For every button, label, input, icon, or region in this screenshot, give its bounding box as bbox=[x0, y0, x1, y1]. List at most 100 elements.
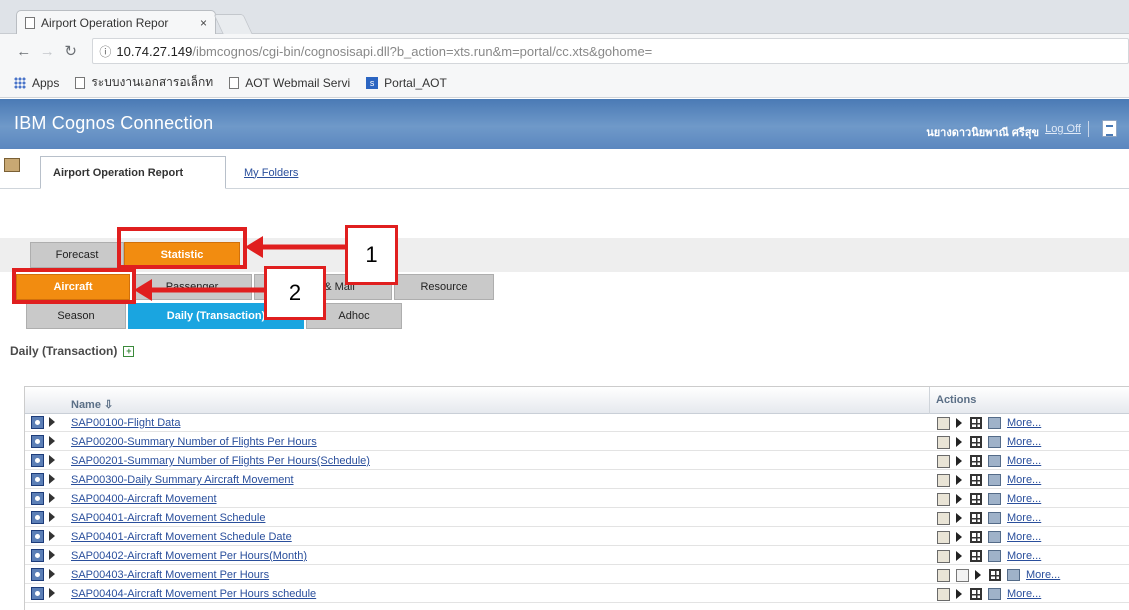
run-icon[interactable] bbox=[49, 588, 55, 598]
properties-icon[interactable] bbox=[937, 454, 950, 468]
run-with-options-icon[interactable] bbox=[956, 437, 962, 447]
run-icon[interactable] bbox=[49, 455, 55, 465]
query-studio-icon[interactable] bbox=[970, 436, 982, 448]
address-bar[interactable]: ⓘ 10.74.27.149 /ibmcognos/cgi-bin/cognos… bbox=[92, 38, 1129, 64]
properties-icon[interactable] bbox=[937, 530, 950, 544]
run-with-options-icon[interactable] bbox=[956, 589, 962, 599]
query-studio-icon[interactable] bbox=[970, 512, 982, 524]
more-link[interactable]: More... bbox=[1007, 588, 1041, 600]
query-studio-icon[interactable] bbox=[970, 474, 982, 486]
copy-icon[interactable] bbox=[956, 568, 969, 582]
run-with-options-icon[interactable] bbox=[956, 475, 962, 485]
query-studio-icon[interactable] bbox=[970, 493, 982, 505]
run-icon[interactable] bbox=[49, 436, 55, 446]
more-link[interactable]: More... bbox=[1007, 531, 1041, 543]
properties-icon[interactable] bbox=[937, 492, 950, 506]
run-icon[interactable] bbox=[49, 474, 55, 484]
report-link[interactable]: SAP00403-Aircraft Movement Per Hours bbox=[71, 569, 269, 581]
properties-icon[interactable] bbox=[937, 568, 950, 582]
query-studio-icon[interactable] bbox=[970, 455, 982, 467]
more-link[interactable]: More... bbox=[1007, 493, 1041, 505]
table-row: SAP00201-Summary Number of Flights Per H… bbox=[25, 452, 1129, 470]
document-icon[interactable] bbox=[1102, 120, 1117, 137]
query-studio-icon[interactable] bbox=[970, 588, 982, 600]
bookmark-portal[interactable]: s Portal_AOT bbox=[366, 76, 447, 90]
run-with-options-icon[interactable] bbox=[956, 532, 962, 542]
report-studio-icon[interactable] bbox=[1007, 569, 1020, 581]
report-link[interactable]: SAP00300-Daily Summary Aircraft Movement bbox=[71, 474, 294, 486]
run-with-options-icon[interactable] bbox=[956, 456, 962, 466]
run-icon[interactable] bbox=[49, 493, 55, 503]
report-link[interactable]: SAP00200-Summary Number of Flights Per H… bbox=[71, 436, 317, 448]
row-actions: More... bbox=[929, 509, 1041, 527]
properties-icon[interactable] bbox=[937, 416, 950, 430]
report-link[interactable]: SAP00404-Aircraft Movement Per Hours sch… bbox=[71, 588, 316, 600]
name-column-header[interactable]: Name ⇩ bbox=[71, 398, 113, 411]
forecast-button[interactable]: Forecast bbox=[30, 242, 124, 268]
back-arrow-icon[interactable]: ← bbox=[12, 43, 35, 60]
report-studio-icon[interactable] bbox=[988, 493, 1001, 505]
run-with-options-icon[interactable] bbox=[956, 494, 962, 504]
more-link[interactable]: More... bbox=[1007, 455, 1041, 467]
report-link[interactable]: SAP00201-Summary Number of Flights Per H… bbox=[71, 455, 370, 467]
info-icon[interactable]: ⓘ bbox=[99, 43, 111, 60]
report-studio-icon[interactable] bbox=[988, 550, 1001, 562]
forward-arrow-icon[interactable]: → bbox=[35, 43, 58, 60]
bookmark-webmail[interactable]: AOT Webmail Servi bbox=[229, 76, 350, 90]
report-studio-icon[interactable] bbox=[988, 436, 1001, 448]
properties-icon[interactable] bbox=[937, 511, 950, 525]
more-link[interactable]: More... bbox=[1007, 417, 1041, 429]
run-icon[interactable] bbox=[49, 550, 55, 560]
more-link[interactable]: More... bbox=[1007, 550, 1041, 562]
run-icon[interactable] bbox=[49, 531, 55, 541]
run-icon[interactable] bbox=[49, 417, 55, 427]
query-studio-icon[interactable] bbox=[970, 417, 982, 429]
report-studio-icon[interactable] bbox=[988, 474, 1001, 486]
report-link[interactable]: SAP00400-Aircraft Movement bbox=[71, 493, 217, 505]
report-studio-icon[interactable] bbox=[988, 531, 1001, 543]
report-studio-icon[interactable] bbox=[988, 512, 1001, 524]
season-button[interactable]: Season bbox=[26, 303, 126, 329]
run-with-options-icon[interactable] bbox=[975, 570, 981, 580]
logoff-link[interactable]: Log Off bbox=[1045, 123, 1081, 135]
resource-button[interactable]: Resource bbox=[394, 274, 494, 300]
report-studio-icon[interactable] bbox=[988, 588, 1001, 600]
more-link[interactable]: More... bbox=[1007, 436, 1041, 448]
properties-icon[interactable] bbox=[937, 473, 950, 487]
tab-my-folders[interactable]: My Folders bbox=[232, 156, 310, 189]
new-tab-button[interactable] bbox=[213, 14, 253, 34]
bookmark-apps[interactable]: Apps bbox=[14, 76, 59, 90]
expand-icon[interactable]: + bbox=[123, 345, 135, 357]
row-actions: More... bbox=[929, 547, 1041, 565]
reload-icon[interactable]: ↻ bbox=[59, 42, 82, 60]
tab-airport-operation-report[interactable]: Airport Operation Report bbox=[40, 156, 226, 189]
row-actions: More... bbox=[929, 433, 1041, 451]
run-with-options-icon[interactable] bbox=[956, 418, 962, 428]
more-link[interactable]: More... bbox=[1026, 569, 1060, 581]
more-link[interactable]: More... bbox=[1007, 474, 1041, 486]
more-link[interactable]: More... bbox=[1007, 512, 1041, 524]
query-studio-icon[interactable] bbox=[989, 569, 1001, 581]
portal-home-icon[interactable] bbox=[4, 158, 20, 172]
row-actions: More... bbox=[929, 528, 1041, 546]
browser-tab[interactable]: Airport Operation Repor × bbox=[16, 10, 216, 34]
run-with-options-icon[interactable] bbox=[956, 551, 962, 561]
properties-icon[interactable] bbox=[937, 435, 950, 449]
report-link[interactable]: SAP00401-Aircraft Movement Schedule bbox=[71, 512, 265, 524]
report-link[interactable]: SAP00402-Aircraft Movement Per Hours(Mon… bbox=[71, 550, 307, 562]
properties-icon[interactable] bbox=[937, 549, 950, 563]
query-studio-icon[interactable] bbox=[970, 550, 982, 562]
run-with-options-icon[interactable] bbox=[956, 513, 962, 523]
close-tab-icon[interactable]: × bbox=[200, 16, 207, 30]
report-studio-icon[interactable] bbox=[988, 455, 1001, 467]
report-link[interactable]: SAP00401-Aircraft Movement Schedule Date bbox=[71, 531, 292, 543]
run-icon[interactable] bbox=[49, 512, 55, 522]
table-row: SAP00400-Aircraft Movement More... bbox=[25, 490, 1129, 508]
report-icon bbox=[31, 435, 44, 448]
query-studio-icon[interactable] bbox=[970, 531, 982, 543]
properties-icon[interactable] bbox=[937, 587, 950, 601]
report-link[interactable]: SAP00100-Flight Data bbox=[71, 417, 180, 429]
run-icon[interactable] bbox=[49, 569, 55, 579]
bookmark-edoc[interactable]: ระบบงานเอกสารอเล็กท bbox=[75, 73, 213, 92]
report-studio-icon[interactable] bbox=[988, 417, 1001, 429]
